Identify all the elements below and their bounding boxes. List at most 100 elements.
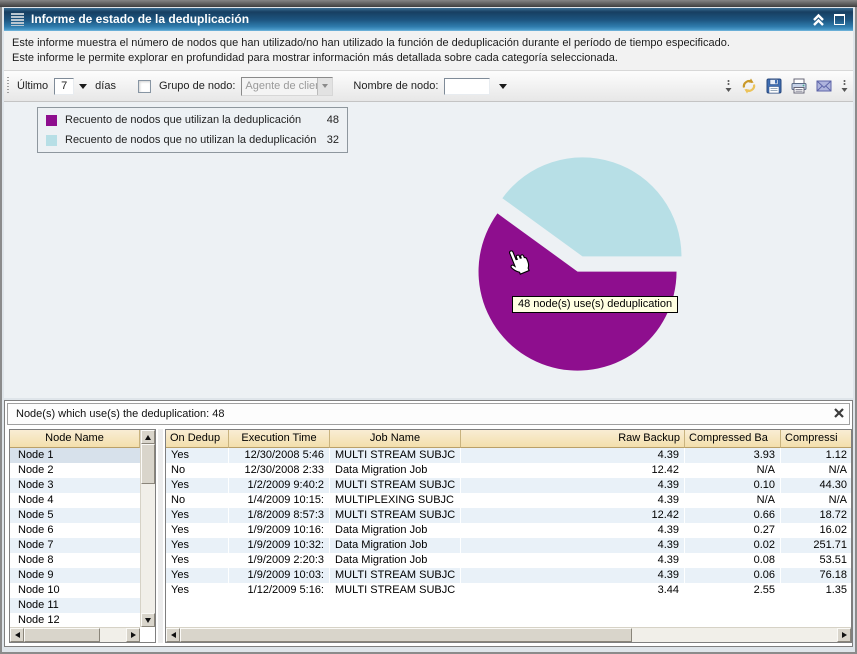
- cell-compression: N/A: [781, 493, 852, 508]
- node-list-item[interactable]: Node 5: [10, 508, 140, 523]
- scroll-left-button[interactable]: [166, 628, 180, 642]
- node-list-item[interactable]: Node 3: [10, 478, 140, 493]
- table-hscrollbar[interactable]: [166, 627, 851, 642]
- table-row[interactable]: Yes 1/12/2009 5:16: MULTI STREAM SUBJC 3…: [166, 583, 851, 598]
- cell-compressed-backup: N/A: [685, 463, 781, 478]
- cell-raw-backup: 4.39: [461, 448, 685, 463]
- cell-compressed-backup: 0.27: [685, 523, 781, 538]
- close-button[interactable]: [832, 406, 846, 420]
- print-button[interactable]: [790, 77, 808, 95]
- detail-panel: Node(s) which use(s) the deduplication: …: [4, 400, 853, 647]
- column-header-compression[interactable]: Compressi: [781, 430, 852, 448]
- toolbar-overflow-icon[interactable]: [724, 77, 733, 95]
- days-input[interactable]: 7: [54, 78, 74, 95]
- cell-raw-backup: 12.42: [461, 463, 685, 478]
- cell-on-dedup: Yes: [166, 478, 229, 493]
- table-row[interactable]: Yes 1/9/2009 10:32: Data Migration Job 4…: [166, 538, 851, 553]
- node-group-dropdown-button[interactable]: [317, 78, 332, 95]
- description-line-2: Este informe le permite explorar en prof…: [12, 51, 845, 66]
- node-list-item[interactable]: Node 6: [10, 523, 140, 538]
- cell-raw-backup: 4.39: [461, 553, 685, 568]
- table-row[interactable]: No 1/4/2009 10:15: MULTIPLEXING SUBJC 4.…: [166, 493, 851, 508]
- cell-compression: 18.72: [781, 508, 852, 523]
- node-list-item[interactable]: Node 12: [10, 613, 140, 627]
- cell-raw-backup: 4.39: [461, 493, 685, 508]
- cell-execution-time: 1/9/2009 2:20:3: [229, 553, 330, 568]
- cell-job-name: Data Migration Job: [330, 538, 461, 553]
- toolbar-overflow-icon[interactable]: [840, 77, 849, 95]
- vscroll-thumb[interactable]: [141, 444, 155, 484]
- table-row[interactable]: Yes 12/30/2008 5:46 MULTI STREAM SUBJC 4…: [166, 448, 851, 463]
- table-row[interactable]: Yes 1/8/2009 8:57:3 MULTI STREAM SUBJC 1…: [166, 508, 851, 523]
- node-list-hscrollbar[interactable]: [10, 627, 140, 642]
- cell-execution-time: 1/4/2009 10:15:: [229, 493, 330, 508]
- report-description: Este informe muestra el número de nodos …: [4, 31, 853, 71]
- email-button[interactable]: [815, 77, 833, 95]
- scroll-right-button[interactable]: [126, 628, 140, 642]
- cell-compressed-backup: 0.66: [685, 508, 781, 523]
- save-button[interactable]: [765, 77, 783, 95]
- cell-compressed-backup: 3.93: [685, 448, 781, 463]
- cell-raw-backup: 4.39: [461, 523, 685, 538]
- node-group-select[interactable]: Agente de cliente: [241, 77, 333, 96]
- node-group-label: Grupo de nodo:: [159, 80, 235, 92]
- cell-raw-backup: 12.42: [461, 508, 685, 523]
- node-name-dropdown-arrow-icon[interactable]: [499, 84, 507, 89]
- table-row[interactable]: No 12/30/2008 2:33 Data Migration Job 12…: [166, 463, 851, 478]
- node-list-item[interactable]: Node 7: [10, 538, 140, 553]
- node-group-checkbox[interactable]: [138, 80, 151, 93]
- node-list-item[interactable]: Node 9: [10, 568, 140, 583]
- cell-compression: 1.35: [781, 583, 852, 598]
- column-header-compressed-backup[interactable]: Compressed Ba: [685, 430, 781, 448]
- cell-job-name: Data Migration Job: [330, 553, 461, 568]
- cell-compressed-backup: 0.02: [685, 538, 781, 553]
- node-list-item[interactable]: Node 2: [10, 463, 140, 478]
- cell-execution-time: 1/9/2009 10:16:: [229, 523, 330, 538]
- node-list-item[interactable]: Node 4: [10, 493, 140, 508]
- node-list-item[interactable]: Node 8: [10, 553, 140, 568]
- scroll-right-button[interactable]: [837, 628, 851, 642]
- collapse-button[interactable]: [811, 13, 826, 27]
- cell-compressed-backup: 0.06: [685, 568, 781, 583]
- cell-compression: 76.18: [781, 568, 852, 583]
- toolbar-grip-icon: [7, 77, 9, 95]
- maximize-button[interactable]: [834, 14, 845, 25]
- cell-raw-backup: 4.39: [461, 478, 685, 493]
- table-row[interactable]: Yes 1/9/2009 10:03: MULTI STREAM SUBJC 4…: [166, 568, 851, 583]
- hscroll-thumb[interactable]: [180, 628, 632, 642]
- cell-on-dedup: No: [166, 463, 229, 478]
- node-name-input[interactable]: [444, 78, 490, 95]
- node-list-header[interactable]: Node Name: [10, 430, 140, 448]
- scroll-down-button[interactable]: [141, 613, 155, 627]
- cell-compressed-backup: 0.08: [685, 553, 781, 568]
- refresh-button[interactable]: [740, 77, 758, 95]
- cell-job-name: MULTIPLEXING SUBJC: [330, 493, 461, 508]
- node-list-item[interactable]: Node 11: [10, 598, 140, 613]
- hscroll-thumb[interactable]: [24, 628, 100, 642]
- column-header-execution-time[interactable]: Execution Time: [229, 430, 330, 448]
- cell-compression: 1.12: [781, 448, 852, 463]
- node-list-vscrollbar[interactable]: [140, 430, 155, 627]
- cell-job-name: MULTI STREAM SUBJC: [330, 583, 461, 598]
- column-header-raw-backup[interactable]: Raw Backup: [461, 430, 685, 448]
- titlebar: Informe de estado de la deduplicación: [4, 8, 853, 31]
- panel-splitter[interactable]: [158, 429, 163, 643]
- table-row[interactable]: Yes 1/9/2009 2:20:3 Data Migration Job 4…: [166, 553, 851, 568]
- cell-raw-backup: 4.39: [461, 538, 685, 553]
- column-header-on-dedup[interactable]: On Dedup: [166, 430, 229, 448]
- node-list-item[interactable]: Node 10: [10, 583, 140, 598]
- scroll-up-button[interactable]: [141, 430, 155, 444]
- scroll-left-button[interactable]: [10, 628, 24, 642]
- pie-chart[interactable]: [4, 102, 853, 398]
- cell-on-dedup: Yes: [166, 523, 229, 538]
- detail-table-header: On Dedup Execution Time Job Name Raw Bac…: [166, 430, 851, 448]
- table-row[interactable]: Yes 1/2/2009 9:40:2 MULTI STREAM SUBJC 4…: [166, 478, 851, 493]
- cell-job-name: MULTI STREAM SUBJC: [330, 508, 461, 523]
- envelope-icon: [815, 77, 833, 95]
- column-header-job-name[interactable]: Job Name: [330, 430, 461, 448]
- save-icon: [765, 77, 783, 95]
- node-list-item[interactable]: Node 1: [10, 448, 140, 463]
- table-row[interactable]: Yes 1/9/2009 10:16: Data Migration Job 4…: [166, 523, 851, 538]
- days-dropdown-arrow-icon[interactable]: [79, 84, 87, 89]
- cell-execution-time: 12/30/2008 5:46: [229, 448, 330, 463]
